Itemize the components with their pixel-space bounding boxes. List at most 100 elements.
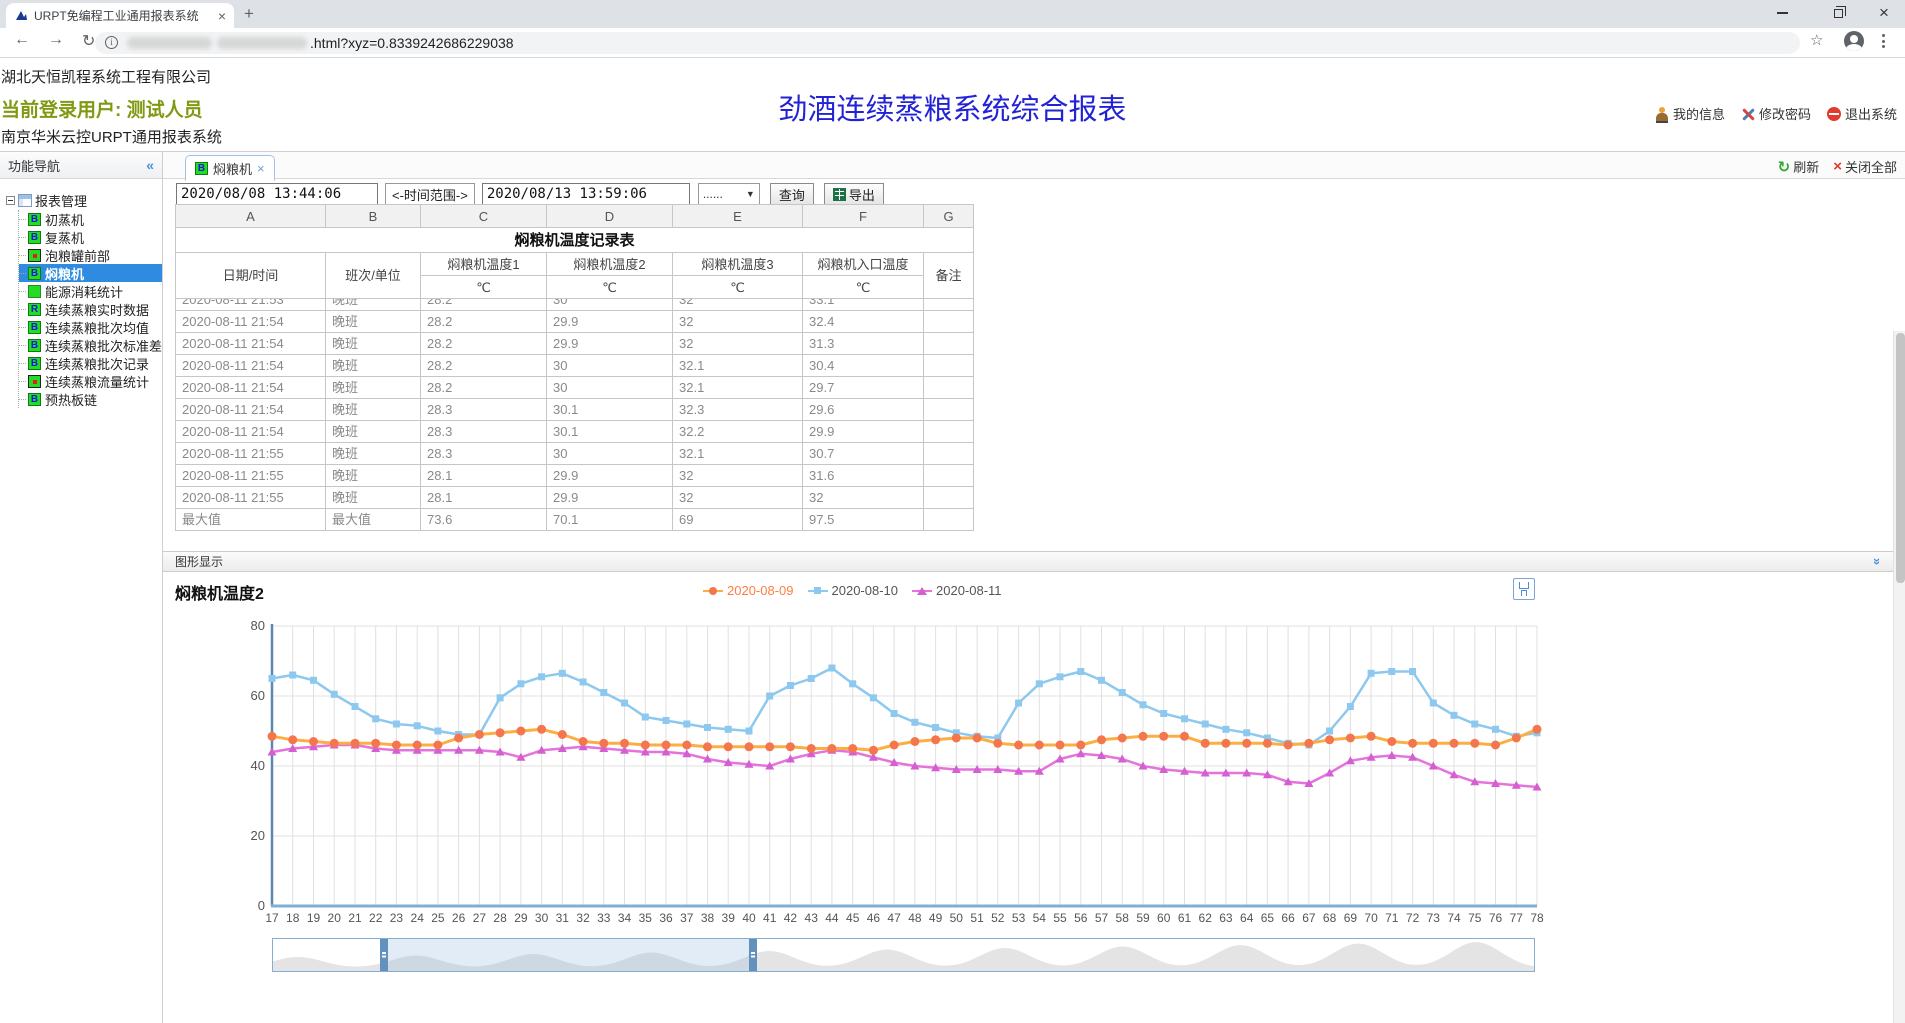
sidebar-item[interactable]: B连续蒸粮批次均值 xyxy=(19,318,162,336)
svg-text:61: 61 xyxy=(1178,911,1192,925)
table-cell: 2020-08-11 21:54 xyxy=(176,355,326,377)
scrollbar-thumb[interactable] xyxy=(1896,333,1905,583)
sidebar-item[interactable]: 泡粮罐前部 xyxy=(19,246,162,264)
svg-text:40: 40 xyxy=(742,911,756,925)
report-node-icon: R xyxy=(28,303,41,316)
svg-text:47: 47 xyxy=(887,911,901,925)
end-time-input[interactable] xyxy=(482,183,690,205)
graph-display-bar[interactable]: 图形显示 » xyxy=(163,551,1893,572)
browser-menu-icon[interactable] xyxy=(1882,34,1885,51)
window-minimize-button[interactable] xyxy=(1762,0,1802,26)
logout-icon xyxy=(1827,107,1841,121)
change-password-link[interactable]: 修改密码 xyxy=(1741,104,1811,123)
col-letter: E xyxy=(673,205,803,228)
bookmark-star-icon[interactable]: ☆ xyxy=(1810,31,1823,49)
browser-tab-strip: URPT免编程工业通用报表系统 × + × xyxy=(0,0,1905,28)
sidebar-item[interactable]: B初蒸机 xyxy=(19,210,162,228)
url-bar[interactable]: i .html?xyz=0.8339242686229038 xyxy=(95,32,1800,54)
back-icon[interactable]: ← xyxy=(14,31,30,49)
svg-text:35: 35 xyxy=(639,911,653,925)
sidebar-item-label: 泡粮罐前部 xyxy=(45,246,110,265)
legend-item[interactable]: 2020-08-10 xyxy=(808,583,899,598)
header-shift: 班次/单位 xyxy=(326,253,421,299)
tab-close-icon[interactable]: × xyxy=(218,8,226,24)
new-tab-button[interactable]: + xyxy=(244,4,254,24)
browser-tab[interactable]: URPT免编程工业通用报表系统 × xyxy=(6,3,234,28)
table-cell: 32.1 xyxy=(673,443,803,465)
tab-menliangji[interactable]: B 焖粮机 × xyxy=(185,155,275,181)
collapse-chevrons-icon[interactable]: » xyxy=(1870,558,1885,565)
forward-icon[interactable]: → xyxy=(48,31,64,49)
sidebar-item[interactable]: B连续蒸粮批次标准差 xyxy=(19,336,162,354)
profile-avatar[interactable] xyxy=(1844,31,1864,51)
table-cell: 31.6 xyxy=(803,465,924,487)
table-cell: 32.4 xyxy=(803,311,924,333)
svg-text:77: 77 xyxy=(1510,911,1524,925)
sidebar-item[interactable]: 能源消耗统计 xyxy=(19,282,162,300)
unit-cell: ℃ xyxy=(547,276,673,299)
sidebar-collapse-icon[interactable]: « xyxy=(146,157,154,173)
column-letter-row: A B C D E F G xyxy=(176,205,974,228)
window-close-button[interactable]: × xyxy=(1864,0,1904,26)
svg-text:30: 30 xyxy=(535,911,549,925)
site-info-icon[interactable]: i xyxy=(105,36,118,49)
reload-icon[interactable]: ↻ xyxy=(82,31,95,51)
tree-expander-icon[interactable] xyxy=(6,196,15,205)
legend-item[interactable]: 2020-08-11 xyxy=(912,583,1002,598)
temperature-record-table: A B C D E F G 焖粮机温度记录表 日期/时间 班次/单位 焖粮机温度… xyxy=(175,204,974,531)
svg-text:80: 80 xyxy=(251,618,265,633)
svg-text:65: 65 xyxy=(1261,911,1275,925)
svg-text:74: 74 xyxy=(1447,911,1461,925)
logout-link[interactable]: 退出系统 xyxy=(1827,104,1897,123)
svg-text:52: 52 xyxy=(991,911,1005,925)
report-node-icon xyxy=(28,285,41,298)
vertical-scrollbar[interactable] xyxy=(1893,331,1905,1023)
tab-close-icon[interactable]: × xyxy=(257,161,265,176)
table-cell: 30.1 xyxy=(547,421,673,443)
sidebar-item-label: 连续蒸粮批次记录 xyxy=(45,354,149,373)
legend-label: 2020-08-11 xyxy=(936,583,1002,598)
table-cell: 2020-08-11 21:53 xyxy=(176,299,326,311)
tree-root-report-management[interactable]: 报表管理 xyxy=(6,191,162,210)
table-row: 2020-08-11 21:55晚班28.33032.130.7 xyxy=(176,443,974,465)
start-time-input[interactable] xyxy=(176,183,378,205)
table-cell: 2020-08-11 21:54 xyxy=(176,377,326,399)
sidebar-item[interactable]: B复蒸机 xyxy=(19,228,162,246)
close-all-button[interactable]: × 关闭全部 xyxy=(1833,157,1897,176)
table-cell: 28.2 xyxy=(421,299,547,311)
interval-dropdown[interactable]: ...... ▼ xyxy=(698,183,760,205)
legend-marker-triangle xyxy=(912,586,932,596)
my-info-link[interactable]: 我的信息 xyxy=(1655,104,1725,123)
svg-text:41: 41 xyxy=(763,911,777,925)
table-cell xyxy=(924,299,974,311)
brush-left-handle[interactable] xyxy=(380,939,388,971)
sidebar-item-label: 焖粮机 xyxy=(45,264,84,283)
window-restore-button[interactable] xyxy=(1818,0,1858,26)
export-button[interactable]: 导出 xyxy=(824,183,884,205)
save-image-icon[interactable] xyxy=(1513,578,1535,600)
brush-selected-range[interactable] xyxy=(384,939,753,971)
refresh-label: 刷新 xyxy=(1793,157,1819,176)
svg-text:63: 63 xyxy=(1219,911,1233,925)
brush-right-handle[interactable] xyxy=(749,939,757,971)
tree-connector xyxy=(19,291,26,292)
sidebar-item[interactable]: 连续蒸粮流量统计 xyxy=(19,372,162,390)
legend-item[interactable]: 2020-08-09 xyxy=(703,583,794,598)
svg-text:40: 40 xyxy=(251,758,265,773)
svg-text:19: 19 xyxy=(307,911,321,925)
table-row: 2020-08-11 21:53晚班28.2303233.1 xyxy=(176,299,974,311)
query-button[interactable]: 查询 xyxy=(770,183,814,205)
sidebar-item[interactable]: B预热板链 xyxy=(19,390,162,408)
sidebar-item[interactable]: B 焖粮机 xyxy=(19,264,162,282)
sidebar-item[interactable]: R连续蒸粮实时数据 xyxy=(19,300,162,318)
svg-text:38: 38 xyxy=(701,911,715,925)
refresh-button[interactable]: ↻ 刷新 xyxy=(1778,157,1820,176)
browser-tab-title: URPT免编程工业通用报表系统 xyxy=(34,7,214,24)
table-cell: 2020-08-11 21:54 xyxy=(176,421,326,443)
refresh-icon: ↻ xyxy=(1778,158,1791,176)
datazoom-brush[interactable] xyxy=(272,938,1535,972)
sidebar-item[interactable]: B连续蒸粮批次记录 xyxy=(19,354,162,372)
report-node-icon: B xyxy=(28,267,41,280)
table-cell: 29.9 xyxy=(547,487,673,509)
report-node-icon: B xyxy=(28,231,41,244)
